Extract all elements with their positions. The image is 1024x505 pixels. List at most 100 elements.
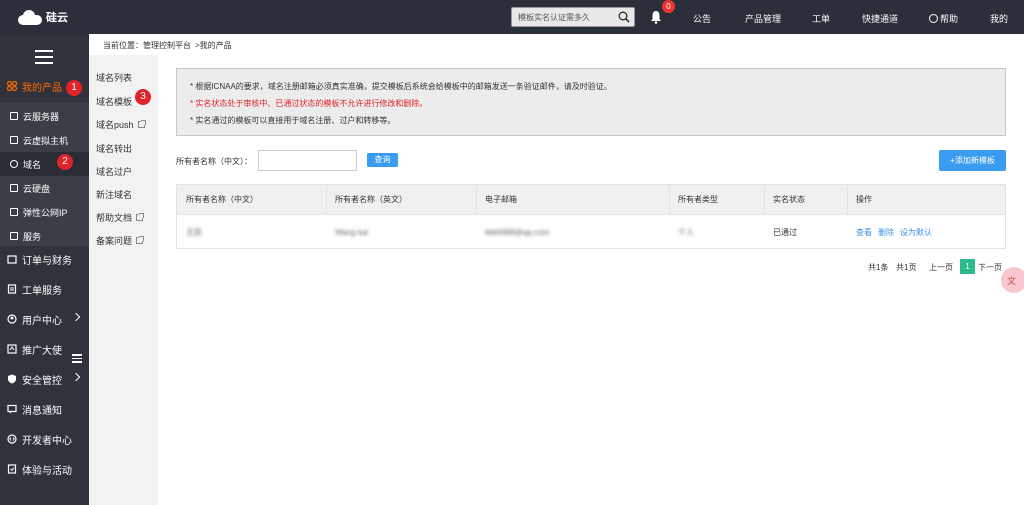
notice-line-warning: * 实名状态处于审核中、已通过状态的模板不允许进行修改和删除。	[190, 99, 428, 108]
column-header: 电子邮箱	[485, 195, 517, 204]
breadcrumb-current: 我的产品	[199, 41, 232, 50]
column-header: 所有者名称（中文）	[186, 195, 258, 204]
nav-tickets[interactable]: 工单	[812, 12, 830, 25]
shield-icon	[8, 374, 16, 384]
notice-box: * 根据ICNAA的要求，域名注册邮箱必须真实准确，提交模板后系统会给模板中的邮…	[176, 68, 1006, 136]
external-link-icon	[136, 213, 145, 221]
domain-menu-new-register[interactable]: 新注域名	[96, 188, 132, 201]
share-icon	[7, 344, 17, 354]
sidebar-subitem-label: 服务	[23, 231, 42, 242]
domain-menu-ownership-transfer[interactable]: 域名过户	[96, 165, 132, 178]
server-icon	[10, 112, 18, 120]
delete-link[interactable]: 删除	[878, 228, 894, 237]
grid-icon	[7, 81, 17, 91]
search-icon[interactable]	[618, 11, 630, 23]
domain-menu-filing-label: 备案问题	[96, 236, 133, 246]
domain-sidebar: 域名列表 域名模板 域名push 域名转出 域名过户 新注域名 帮助文档 备案问…	[89, 55, 158, 505]
cell-owner-name-en: Wang kai	[335, 228, 369, 237]
notice-line: * 根据ICNAA的要求，域名注册邮箱必须真实准确，提交模板后系统会给模板中的邮…	[190, 82, 612, 91]
domain-menu-transfer-out[interactable]: 域名转出	[96, 142, 132, 155]
sidebar-subitem-elastic-ip[interactable]: 弹性公网IP	[0, 200, 89, 224]
cell-owner-name-cn: 王凯	[186, 228, 202, 237]
cell-owner-type: 个人	[678, 228, 694, 237]
notification-count-badge: 0	[662, 0, 675, 13]
owner-name-label: 所有者名称（中文）：	[176, 157, 252, 166]
message-icon	[7, 404, 17, 414]
translate-icon: 文	[1007, 276, 1017, 286]
ticket-icon	[7, 284, 17, 294]
hamburger-menu-icon[interactable]	[35, 50, 53, 64]
sidebar-item-user-center[interactable]: 用户中心	[0, 304, 89, 334]
sidebar-item-activities[interactable]: 体验与活动	[0, 454, 89, 484]
domain-menu-help-label: 帮助文档	[96, 213, 133, 223]
chevron-right-icon	[71, 312, 81, 322]
cell-actions: 查看 删除 设为默认	[847, 216, 938, 249]
external-link-icon	[136, 236, 145, 244]
wallet-icon	[7, 255, 17, 264]
sidebar-item-tickets[interactable]: 工单服务	[0, 274, 89, 304]
ip-icon	[10, 208, 18, 216]
sidebar-item-label: 开发者中心	[22, 435, 72, 447]
breadcrumb: 当前位置：管理控制平台 >我的产品	[103, 40, 232, 51]
bell-icon[interactable]	[650, 10, 662, 24]
column-header: 实名状态	[773, 195, 805, 204]
query-button[interactable]: 查询	[367, 153, 398, 167]
step-marker-3: 3	[135, 89, 151, 105]
column-header: 所有者类型	[678, 195, 718, 204]
sidebar-item-developer[interactable]: 开发者中心	[0, 424, 89, 454]
add-template-button[interactable]: +添加新模板	[939, 150, 1006, 171]
search-box	[511, 7, 635, 27]
logo[interactable]: 硅云	[18, 9, 68, 25]
domain-menu-push-label: 域名push	[96, 120, 134, 130]
sidebar-subitem-virtual-host[interactable]: 云虚拟主机	[0, 128, 89, 152]
collapse-toggle-icon[interactable]	[72, 354, 82, 363]
sidebar-subitem-label: 域名	[23, 159, 42, 170]
nav-quick-access[interactable]: 快捷通道	[862, 12, 898, 25]
domain-menu-help-docs[interactable]: 帮助文档	[96, 211, 145, 224]
headset-icon	[929, 14, 938, 23]
current-page-button[interactable]: 1	[960, 259, 975, 274]
service-icon	[10, 232, 18, 240]
sidebar-subitem-domain[interactable]: 域名	[0, 152, 89, 176]
floating-translate-widget[interactable]: 文	[1001, 267, 1024, 293]
view-link[interactable]: 查看	[856, 228, 872, 237]
disk-icon	[10, 184, 18, 192]
sidebar-subitem-cloud-disk[interactable]: 云硬盘	[0, 176, 89, 200]
gift-icon	[7, 464, 17, 474]
sidebar-item-label: 工单服务	[22, 285, 62, 297]
globe-icon	[10, 160, 18, 168]
sidebar-item-security[interactable]: 安全管控	[0, 364, 89, 394]
search-input[interactable]	[518, 10, 610, 24]
domain-menu-push[interactable]: 域名push	[96, 118, 146, 131]
external-link-icon	[137, 120, 146, 128]
set-default-link[interactable]: 设为默认	[900, 228, 932, 237]
sidebar-subitem-label: 云服务器	[23, 111, 60, 122]
column-header: 所有者名称（英文）	[335, 195, 407, 204]
domain-menu-list[interactable]: 域名列表	[96, 71, 132, 84]
breadcrumb-root[interactable]: 管理控制平台	[143, 41, 191, 50]
next-page-button[interactable]: 下一页	[978, 262, 1002, 273]
total-pages: 共1页	[896, 263, 917, 272]
user-icon	[7, 314, 17, 324]
cloud-logo-icon	[18, 9, 42, 25]
owner-name-input[interactable]	[258, 150, 357, 171]
sidebar-item-label: 用户中心	[22, 315, 62, 327]
sidebar-item-messages[interactable]: 消息通知	[0, 394, 89, 424]
products-submenu: 云服务器 云虚拟主机 域名 云硬盘 弹性公网IP 服务	[0, 102, 89, 246]
domain-menu-template[interactable]: 域名模板	[96, 95, 132, 108]
domain-menu-filing[interactable]: 备案问题	[96, 234, 145, 247]
sidebar-item-label: 订单与财务	[22, 255, 72, 267]
nav-mine[interactable]: 我的	[990, 12, 1008, 25]
host-icon	[10, 136, 18, 144]
sidebar-item-label: 体验与活动	[22, 465, 72, 477]
nav-product-management[interactable]: 产品管理	[745, 12, 781, 25]
sidebar-item-label: 消息通知	[22, 405, 62, 417]
nav-help[interactable]: 帮助	[929, 12, 958, 25]
logo-text: 硅云	[46, 12, 68, 24]
sidebar-item-orders-finance[interactable]: 订单与财务	[0, 244, 89, 274]
sidebar-subitem-label: 弹性公网IP	[23, 207, 68, 218]
top-bar: 硅云 0 公告 产品管理 工单 快捷通道 帮助 我的	[0, 0, 1024, 34]
prev-page-button[interactable]: 上一页	[929, 262, 953, 273]
nav-announcement[interactable]: 公告	[693, 12, 711, 25]
sidebar-subitem-cloud-server[interactable]: 云服务器	[0, 104, 89, 128]
